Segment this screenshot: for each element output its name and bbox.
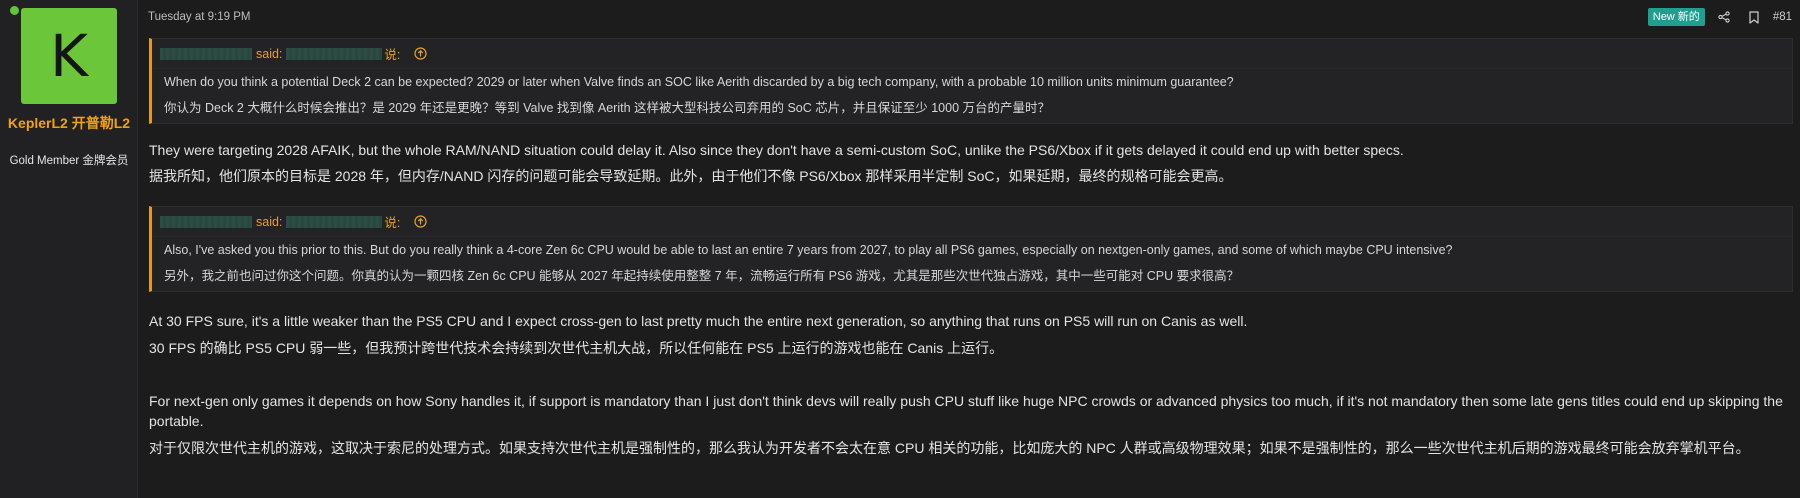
- bookmark-icon[interactable]: [1743, 8, 1765, 26]
- quote-block: said: 说: Also, I've asked you this prior…: [149, 206, 1793, 292]
- redacted-username: [160, 215, 252, 228]
- post-number-link[interactable]: #81: [1773, 11, 1792, 23]
- share-icon[interactable]: [1713, 8, 1735, 26]
- quote-said-label-zh: 说:: [384, 216, 401, 230]
- post-header-actions: New 新的 #81: [1647, 8, 1792, 26]
- quote-text-en: When do you think a potential Deck 2 can…: [164, 75, 1234, 89]
- online-status-dot: [10, 6, 19, 15]
- quote-content: When do you think a potential Deck 2 can…: [152, 69, 1792, 121]
- quote-text-zh: 你认为 Deck 2 大概什么时候会推出？是 2029 年还是更晚？等到 Val…: [164, 101, 1051, 115]
- new-badge: New 新的: [1647, 8, 1705, 26]
- user-sidebar: K KeplerL2 开普勒L2 Gold Member 金牌会员: [0, 0, 138, 498]
- quote-said-label: said:: [256, 46, 283, 61]
- user-title: Gold Member 金牌会员: [9, 155, 129, 167]
- quote-text-zh: 另外，我之前也问过你这个问题。你真的认为一颗四核 Zen 6c CPU 能够从 …: [164, 269, 1240, 283]
- reply-paragraph-en: At 30 FPS sure, it's a little weaker tha…: [149, 313, 1248, 329]
- reply-paragraph-zh: 30 FPS 的确比 PS5 CPU 弱一些，但我预计跨世代技术会持续到次世代主…: [149, 340, 1004, 356]
- reply-paragraph-zh: 据我所知，他们原本的目标是 2028 年，但内存/NAND 闪存的问题可能会导致…: [149, 168, 1233, 184]
- avatar[interactable]: K: [21, 8, 117, 104]
- quote-said-label: said:: [256, 214, 283, 229]
- arrow-up-circle-icon[interactable]: [414, 47, 427, 60]
- reply-paragraph-en: They were targeting 2028 AFAIK, but the …: [149, 142, 1404, 158]
- quote-header: said: 说:: [152, 207, 1792, 237]
- avatar-letter: K: [49, 22, 89, 90]
- quote-text-en: Also, I've asked you this prior to this.…: [164, 243, 1453, 257]
- redacted-username-translation: [286, 47, 383, 60]
- post-date-link[interactable]: Tuesday at 9:19 PM: [148, 11, 251, 23]
- redacted-username: [160, 47, 252, 60]
- quote-content: Also, I've asked you this prior to this.…: [152, 237, 1792, 289]
- username-link[interactable]: KeplerL2 开普勒L2: [4, 114, 134, 133]
- redacted-username-translation: [286, 215, 383, 228]
- quote-block: said: 说: When do you think a potential D…: [149, 38, 1793, 124]
- arrow-up-circle-icon[interactable]: [414, 215, 427, 228]
- quote-said-label-zh: 说:: [384, 48, 401, 62]
- forum-post: K KeplerL2 开普勒L2 Gold Member 金牌会员 Tuesda…: [0, 0, 1800, 498]
- reply-paragraph-zh: 对于仅限次世代主机的游戏，这取决于索尼的处理方式。如果支持次世代主机是强制性的，…: [149, 440, 1750, 456]
- quote-header: said: 说:: [152, 39, 1792, 69]
- reply-paragraph-en: For next-gen only games it depends on ho…: [149, 393, 1783, 429]
